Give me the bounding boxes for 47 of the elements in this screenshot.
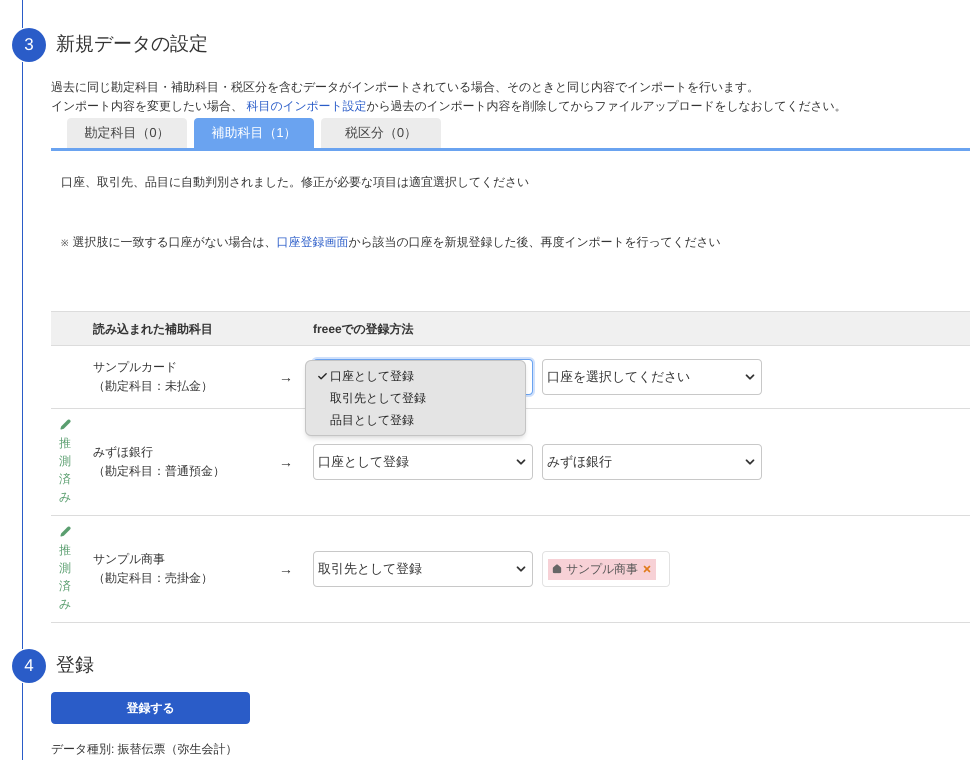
description-text: インポート内容を変更したい場合、 科目のインポート設定から過去のインポート内容を削除してからファイルアップロードをしなおしてください。	[51, 98, 848, 115]
account-name: （勘定科目：売掛金）	[93, 570, 214, 587]
menu-option[interactable]: 取引先として登録	[306, 387, 525, 409]
settings-link[interactable]: 科目のインポート設定	[246, 99, 366, 113]
step-number: 4	[12, 649, 46, 683]
data-type-text: データ種別: 振替伝票（弥生会計）	[51, 741, 239, 758]
subaccount-name: サンプル商事	[93, 551, 166, 568]
method-select[interactable]: 取引先として登録	[313, 551, 533, 587]
option-label: 品目として登録	[330, 412, 414, 429]
info-text: 口座、取引先、品目に自動判別されました。修正が必要な項目は適宜選択してください	[61, 174, 530, 191]
description-text: 過去に同じ勘定科目・補助科目・税区分を含むデータがインポートされている場合、そのときと同じ内容でインポートを行います。	[51, 79, 760, 96]
pencil-icon	[60, 418, 70, 430]
column-header: freeeでの登録方法	[313, 320, 414, 338]
pencil-icon	[60, 526, 70, 536]
menu-option[interactable]: 口座として登録	[306, 365, 525, 387]
arrow-text: →	[279, 452, 294, 472]
account-registration-link[interactable]: 口座登録画面	[276, 235, 348, 249]
section-title: 登録	[56, 654, 94, 678]
select-value: みずほ銀行	[547, 453, 612, 472]
tab[interactable]: 税区分（0）	[321, 118, 441, 148]
arrow-text: →	[279, 368, 294, 386]
account-name: （勘定科目：普通預金）	[93, 463, 226, 480]
option-label: 口座として登録	[330, 368, 414, 385]
remove-icon[interactable]	[642, 564, 652, 574]
step-number: 3	[12, 28, 46, 62]
option-label: 取引先として登録	[330, 390, 426, 407]
arrow-text: →	[279, 560, 294, 578]
tab[interactable]: 勘定科目（0）	[67, 118, 187, 148]
section-title: 新規データの設定	[56, 32, 208, 57]
register-button[interactable]: 登録する	[51, 692, 250, 724]
guessed-label: 推測済み	[59, 434, 71, 506]
method-select[interactable]: 口座として登録	[313, 444, 533, 480]
select-value: 口座を選択してください	[547, 368, 690, 386]
column-header: 読み込まれた補助科目	[93, 320, 214, 338]
tag-field[interactable]: サンプル商事	[542, 551, 670, 587]
tag-label: サンプル商事	[566, 561, 638, 578]
select-value: 口座として登録	[318, 453, 409, 472]
select-value: 取引先として登録	[318, 560, 422, 578]
account-name: （勘定科目：未払金）	[93, 378, 214, 395]
subaccount-name: みずほ銀行	[93, 444, 154, 461]
menu-option[interactable]: 品目として登録	[306, 409, 525, 431]
home-icon	[552, 564, 562, 574]
note-text: ※ 選択肢に一致する口座がない場合は、口座登録画面から該当の口座を新規登録した後、再度インポートを行ってください	[61, 234, 722, 251]
target-select[interactable]: 口座を選択してください	[542, 359, 762, 395]
target-select[interactable]: みずほ銀行	[542, 444, 762, 480]
subaccount-name: サンプルカード	[93, 359, 178, 376]
guessed-label: 推測済み	[59, 542, 71, 612]
